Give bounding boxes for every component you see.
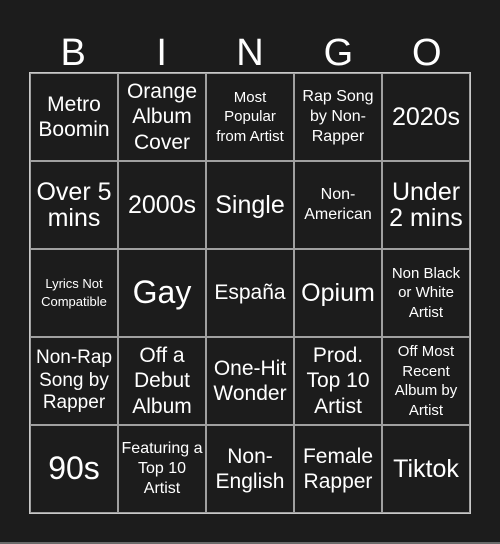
- bingo-cell[interactable]: Most Popular from Artist: [206, 73, 294, 161]
- bingo-cell[interactable]: One-Hit Wonder: [206, 337, 294, 425]
- bingo-cell[interactable]: Non-American: [294, 161, 382, 249]
- bingo-cell[interactable]: Single: [206, 161, 294, 249]
- header-letter-g: G: [323, 32, 354, 74]
- header-letter-n: N: [236, 32, 264, 74]
- bingo-cell[interactable]: Metro Boomin: [30, 73, 118, 161]
- header-letter-o: O: [412, 32, 442, 74]
- bingo-cell[interactable]: Over 5 mins: [30, 161, 118, 249]
- bingo-header: B I N G O: [29, 28, 471, 72]
- bingo-cell[interactable]: Non-English: [206, 425, 294, 513]
- bingo-cell[interactable]: Tiktok: [382, 425, 470, 513]
- bingo-cell[interactable]: Gay: [118, 249, 206, 337]
- bingo-cell[interactable]: Opium: [294, 249, 382, 337]
- header-letter-b: B: [60, 32, 86, 74]
- bingo-cell[interactable]: Under 2 mins: [382, 161, 470, 249]
- bingo-cell[interactable]: 90s: [30, 425, 118, 513]
- header-letter-i: I: [156, 32, 167, 74]
- bingo-cell[interactable]: Off a Debut Album: [118, 337, 206, 425]
- bingo-cell[interactable]: Orange Album Cover: [118, 73, 206, 161]
- bingo-board: Metro Boomin Orange Album Cover Most Pop…: [29, 72, 471, 514]
- bingo-cell[interactable]: Off Most Recent Album by Artist: [382, 337, 470, 425]
- bingo-cell[interactable]: 2000s: [118, 161, 206, 249]
- bingo-cell[interactable]: Featuring a Top 10 Artist: [118, 425, 206, 513]
- bingo-cell[interactable]: Lyrics Not Compatible: [30, 249, 118, 337]
- bingo-cell[interactable]: Non-Rap Song by Rapper: [30, 337, 118, 425]
- bingo-cell[interactable]: Female Rapper: [294, 425, 382, 513]
- bingo-cell[interactable]: Prod. Top 10 Artist: [294, 337, 382, 425]
- bingo-cell[interactable]: España: [206, 249, 294, 337]
- bingo-cell[interactable]: Non Black or White Artist: [382, 249, 470, 337]
- bingo-cell[interactable]: 2020s: [382, 73, 470, 161]
- bingo-cell[interactable]: Rap Song by Non-Rapper: [294, 73, 382, 161]
